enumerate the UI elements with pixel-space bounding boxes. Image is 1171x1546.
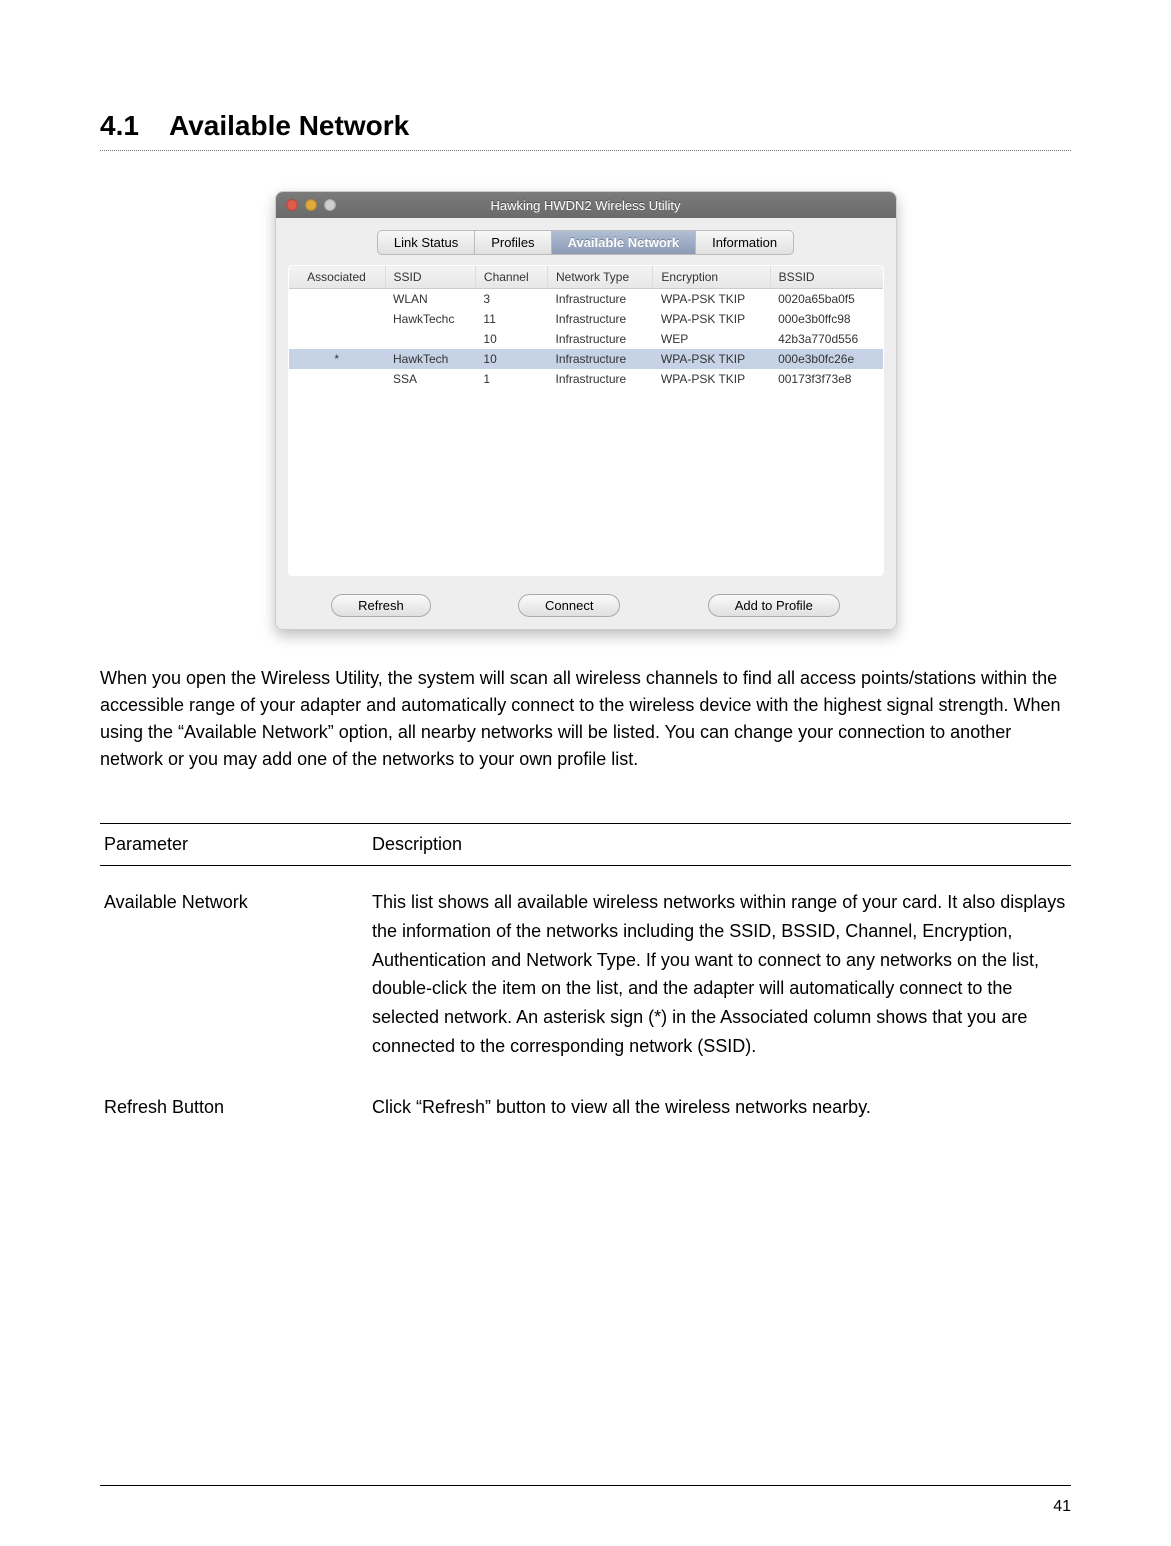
- cell-bssid: 00173f3f73e8: [770, 369, 883, 389]
- tab-bar: Link Status Profiles Available Network I…: [288, 230, 884, 255]
- cell-encryption: WPA-PSK TKIP: [653, 369, 770, 389]
- param-header-parameter: Parameter: [100, 824, 368, 866]
- footer-rule: [100, 1485, 1071, 1486]
- cell-ssid: WLAN: [385, 289, 475, 310]
- cell-network_type: Infrastructure: [548, 309, 653, 329]
- cell-encryption: WPA-PSK TKIP: [653, 289, 770, 310]
- cell-channel: 10: [475, 329, 547, 349]
- col-network-type[interactable]: Network Type: [548, 266, 653, 289]
- utility-window: Hawking HWDN2 Wireless Utility Link Stat…: [275, 191, 897, 630]
- cell-channel: 10: [475, 349, 547, 369]
- intro-paragraph: When you open the Wireless Utility, the …: [100, 665, 1071, 773]
- param-available-network-desc: This list shows all available wireless n…: [368, 866, 1071, 1071]
- table-row[interactable]: 10InfrastructureWEP42b3a770d556: [288, 329, 883, 349]
- cell-channel: 1: [475, 369, 547, 389]
- col-bssid[interactable]: BSSID: [770, 266, 883, 289]
- cell-encryption: WPA-PSK TKIP: [653, 349, 770, 369]
- parameter-table: Parameter Description Available Network …: [100, 823, 1071, 1132]
- section-title-text: Available Network: [169, 110, 409, 141]
- table-row[interactable]: *HawkTech10InfrastructureWPA-PSK TKIP000…: [288, 349, 883, 369]
- tab-link-status[interactable]: Link Status: [377, 230, 475, 255]
- tab-profiles[interactable]: Profiles: [474, 230, 551, 255]
- table-row[interactable]: SSA1InfrastructureWPA-PSK TKIP00173f3f73…: [288, 369, 883, 389]
- connect-button[interactable]: Connect: [518, 594, 620, 617]
- cell-bssid: 000e3b0fc26e: [770, 349, 883, 369]
- page-number: 41: [1053, 1498, 1071, 1516]
- section-heading: 4.1 Available Network: [100, 110, 1071, 142]
- cell-ssid: SSA: [385, 369, 475, 389]
- cell-associated: [288, 309, 385, 329]
- cell-bssid: 000e3b0ffc98: [770, 309, 883, 329]
- add-to-profile-button[interactable]: Add to Profile: [708, 594, 840, 617]
- cell-associated: [288, 289, 385, 310]
- window-title: Hawking HWDN2 Wireless Utility: [276, 198, 896, 213]
- cell-ssid: HawkTechc: [385, 309, 475, 329]
- col-channel[interactable]: Channel: [475, 266, 547, 289]
- col-ssid[interactable]: SSID: [385, 266, 475, 289]
- cell-associated: *: [288, 349, 385, 369]
- param-refresh-button: Refresh Button: [100, 1071, 368, 1132]
- cell-encryption: WPA-PSK TKIP: [653, 309, 770, 329]
- col-associated[interactable]: Associated: [288, 266, 385, 289]
- title-underline: [100, 150, 1071, 151]
- tab-information[interactable]: Information: [695, 230, 794, 255]
- cell-channel: 11: [475, 309, 547, 329]
- param-available-network: Available Network: [100, 866, 368, 1071]
- network-table[interactable]: Associated SSID Channel Network Type Enc…: [288, 265, 884, 576]
- table-row[interactable]: HawkTechc11InfrastructureWPA-PSK TKIP000…: [288, 309, 883, 329]
- cell-bssid: 42b3a770d556: [770, 329, 883, 349]
- cell-network_type: Infrastructure: [548, 289, 653, 310]
- section-number: 4.1: [100, 110, 139, 141]
- cell-channel: 3: [475, 289, 547, 310]
- col-encryption[interactable]: Encryption: [653, 266, 770, 289]
- cell-network_type: Infrastructure: [548, 369, 653, 389]
- param-header-description: Description: [368, 824, 1071, 866]
- cell-network_type: Infrastructure: [548, 349, 653, 369]
- cell-encryption: WEP: [653, 329, 770, 349]
- cell-ssid: [385, 329, 475, 349]
- table-row[interactable]: WLAN3InfrastructureWPA-PSK TKIP0020a65ba…: [288, 289, 883, 310]
- refresh-button[interactable]: Refresh: [331, 594, 431, 617]
- tab-available-network[interactable]: Available Network: [551, 230, 697, 255]
- cell-network_type: Infrastructure: [548, 329, 653, 349]
- window-titlebar: Hawking HWDN2 Wireless Utility: [276, 192, 896, 218]
- param-refresh-button-desc: Click “Refresh” button to view all the w…: [368, 1071, 1071, 1132]
- cell-bssid: 0020a65ba0f5: [770, 289, 883, 310]
- cell-ssid: HawkTech: [385, 349, 475, 369]
- cell-associated: [288, 329, 385, 349]
- cell-associated: [288, 369, 385, 389]
